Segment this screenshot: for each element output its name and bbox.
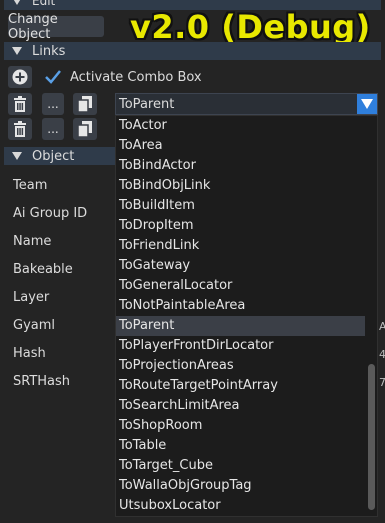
- dropdown-option[interactable]: ToFriendLink: [116, 236, 365, 256]
- delete-link-button[interactable]: [8, 93, 32, 115]
- activate-combo-checkbox[interactable]: Activate Combo Box: [44, 66, 202, 88]
- collapse-triangle-icon: [12, 0, 22, 5]
- dropdown-option[interactable]: ToShopRoom: [116, 416, 365, 436]
- dropdown-option[interactable]: ToNotPaintableArea: [116, 296, 365, 316]
- dropdown-option[interactable]: ToTarget_Cube: [116, 456, 365, 476]
- browse-link-button[interactable]: ...: [42, 118, 64, 140]
- dropdown-option[interactable]: ToParent: [116, 316, 365, 336]
- dropdown-option[interactable]: ToBindObjLink: [116, 176, 365, 196]
- dropdown-option[interactable]: ToActor: [116, 116, 365, 136]
- browse-link-button[interactable]: ...: [42, 93, 64, 115]
- dropdown-option[interactable]: ToDropItem: [116, 216, 365, 236]
- object-section-label: Object: [32, 148, 75, 164]
- property-label-gyaml: Gyaml: [13, 318, 56, 333]
- srthash-value-clipped: 7: [379, 376, 385, 389]
- dropdown-option[interactable]: ToGeneralLocator: [116, 276, 365, 296]
- combo-dropdown-arrow[interactable]: [357, 94, 377, 114]
- property-label-srthash: SRTHash: [13, 374, 71, 389]
- dropdown-option[interactable]: ToProjectionAreas: [116, 356, 365, 376]
- collapse-triangle-icon: [12, 152, 22, 160]
- property-label-bakeable: Bakeable: [13, 262, 73, 277]
- checkmark-icon: [45, 70, 61, 84]
- dropdown-option[interactable]: ToBindActor: [116, 156, 365, 176]
- property-label-name: Name: [13, 234, 52, 249]
- gyaml-value-clipped: A: [379, 320, 385, 333]
- dropdown-option[interactable]: ToArea: [116, 136, 365, 156]
- property-label-hash: Hash: [13, 346, 46, 361]
- trash-icon: [14, 96, 26, 112]
- dropdown-option[interactable]: ToPlayerFrontDirLocator: [116, 336, 365, 356]
- links-section-label: Links: [32, 43, 66, 59]
- property-label-ai-group-id: Ai Group ID: [13, 206, 88, 221]
- dropdown-option[interactable]: ToWallaObjGroupTag: [116, 476, 365, 496]
- plus-circle-icon: [12, 69, 28, 85]
- hash-value-clipped: 4: [379, 348, 385, 361]
- change-object-button[interactable]: Change Object: [8, 12, 104, 42]
- delete-link-button[interactable]: [8, 118, 32, 140]
- property-label-team: Team: [13, 178, 48, 193]
- dropdown-option[interactable]: ToGateway: [116, 256, 365, 276]
- dropdown-option[interactable]: UtsuboxLocator: [116, 496, 365, 516]
- links-section-header[interactable]: Links: [4, 42, 381, 60]
- dropdown-scrollbar[interactable]: [368, 364, 375, 510]
- activate-combo-label: Activate Combo Box: [70, 69, 202, 85]
- version-watermark: v2.0 (Debug): [130, 8, 371, 46]
- edit-section-header[interactable]: Edit: [4, 0, 381, 10]
- dropdown-option[interactable]: ToBuildItem: [116, 196, 365, 216]
- edit-section-label: Edit: [32, 0, 56, 8]
- object-section-header[interactable]: Object: [4, 147, 115, 165]
- chevron-down-icon: [361, 99, 373, 109]
- dropdown-option[interactable]: ToTable: [116, 436, 365, 456]
- copy-link-button[interactable]: [73, 93, 97, 115]
- copy-icon: [78, 96, 92, 112]
- trash-icon: [14, 121, 26, 137]
- property-label-layer: Layer: [13, 290, 50, 305]
- combo-selected-value: ToParent: [119, 96, 175, 112]
- dropdown-option[interactable]: ToSearchLimitArea: [116, 396, 365, 416]
- copy-icon: [78, 121, 92, 137]
- collapse-triangle-icon: [12, 47, 22, 55]
- link-type-dropdown[interactable]: ToActor ToArea ToBindActor ToBindObjLink ToB…: [115, 115, 378, 517]
- link-type-combo[interactable]: ToParent: [115, 93, 378, 115]
- dropdown-option[interactable]: ToRouteTargetPointArray: [116, 376, 365, 396]
- copy-link-button[interactable]: [73, 118, 97, 140]
- add-link-button[interactable]: [8, 66, 32, 88]
